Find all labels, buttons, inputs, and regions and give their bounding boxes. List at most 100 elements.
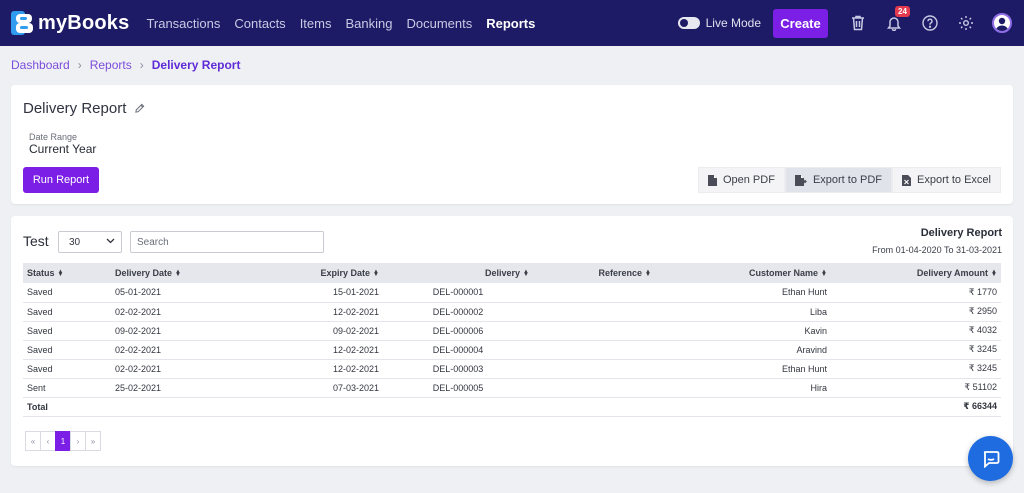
cell-delivery-date: 25-02-2021 (111, 378, 231, 398)
table-row[interactable]: Saved 05-01-2021 15-01-2021 DEL-000001 E… (23, 283, 1001, 303)
export-excel-button[interactable]: Export to Excel (892, 167, 1001, 193)
cell-reference (533, 378, 655, 398)
user-avatar[interactable] (992, 13, 1012, 33)
cell-delivery-amount: ₹ 1770 (831, 283, 1001, 303)
breadcrumb-current: Delivery Report (151, 58, 241, 72)
live-mode-label: Live Mode (705, 16, 761, 30)
cell-expiry-date: 07-03-2021 (231, 378, 383, 398)
cell-delivery: DEL-000003 (383, 359, 533, 379)
column-header-reference[interactable]: Reference ▲ ▼ (533, 263, 655, 283)
sort-icon: ▲ ▼ (373, 268, 379, 278)
notification-badge: 24 (895, 6, 910, 17)
column-header-expiry-date[interactable]: Expiry Date ▲ ▼ (231, 263, 383, 283)
page-next-button[interactable]: › (70, 431, 86, 451)
nav-reports[interactable]: Reports (486, 16, 535, 31)
trash-icon[interactable] (849, 14, 867, 32)
nav-documents[interactable]: Documents (406, 16, 472, 31)
column-header-status[interactable]: Status ▲ ▼ (23, 263, 111, 283)
cell-reference (533, 340, 655, 360)
cell-delivery: DEL-000005 (383, 378, 533, 398)
cell-status: Saved (23, 340, 111, 360)
cell-expiry-date: 12-02-2021 (231, 302, 383, 322)
column-header-delivery-amount[interactable]: Delivery Amount ▲ ▼ (831, 263, 1001, 283)
page-first-button[interactable]: « (25, 431, 41, 451)
brand-name: myBooks (38, 11, 130, 34)
table-row[interactable]: Saved 02-02-2021 12-02-2021 DEL-000003 E… (23, 359, 1001, 379)
sort-icon: ▲ ▼ (821, 268, 827, 278)
nav-transactions[interactable]: Transactions (146, 16, 220, 31)
total-amount: ₹ 66344 (831, 397, 1001, 417)
table-row[interactable]: Sent 25-02-2021 07-03-2021 DEL-000005 Hi… (23, 378, 1001, 398)
cell-delivery: DEL-000006 (383, 321, 533, 341)
column-header-delivery[interactable]: Delivery ▲ ▼ (383, 263, 533, 283)
page-prev-button[interactable]: ‹ (40, 431, 56, 451)
page-current-button[interactable]: 1 (55, 431, 71, 451)
create-button[interactable]: Create (773, 8, 828, 38)
date-range-label: Date Range (29, 132, 78, 142)
cell-status: Saved (23, 302, 111, 322)
nav-banking[interactable]: Banking (345, 16, 392, 31)
table-header-row: Status ▲ ▼ Delivery Date ▲ ▼ Expiry Date ▲ ▼ D… (23, 263, 1001, 283)
sort-icon: ▲ ▼ (175, 268, 181, 278)
nav-items[interactable]: Items (300, 16, 332, 31)
chevron-right-icon: › (139, 58, 144, 72)
report-title-text: Delivery Report (23, 100, 127, 117)
run-report-button[interactable]: Run Report (23, 167, 99, 193)
table-row[interactable]: Saved 09-02-2021 09-02-2021 DEL-000006 K… (23, 321, 1001, 341)
cell-status: Saved (23, 283, 111, 303)
total-label: Total (23, 397, 111, 417)
total-row: Total ₹ 66344 (23, 397, 1001, 417)
column-header-delivery-date[interactable]: Delivery Date ▲ ▼ (111, 263, 231, 283)
export-pdf-label: Export to PDF (812, 174, 883, 186)
table-row[interactable]: Saved 02-02-2021 12-02-2021 DEL-000002 L… (23, 302, 1001, 322)
edit-pencil-icon[interactable] (134, 103, 145, 114)
pagination: « ‹ 1 › » (25, 431, 101, 451)
cell-status: Sent (23, 378, 111, 398)
nav-contacts[interactable]: Contacts (234, 16, 285, 31)
report-title: Delivery Report (23, 100, 145, 117)
brand[interactable]: myBooks (10, 10, 129, 36)
search-input[interactable] (130, 231, 324, 253)
report-table-card: Test 30 Delivery Report From 01-04-2020 … (11, 216, 1013, 466)
page-size-select[interactable]: 30 (58, 231, 122, 253)
export-pdf-button[interactable]: Export to PDF (784, 167, 893, 193)
cell-status: Saved (23, 359, 111, 379)
cell-delivery-date: 02-02-2021 (111, 340, 231, 360)
gear-icon[interactable] (957, 14, 975, 32)
live-mode-toggle[interactable] (677, 17, 700, 29)
sort-icon: ▲ ▼ (57, 268, 64, 278)
column-header-customer-name[interactable]: Customer Name ▲ ▼ (655, 263, 831, 283)
table-caption: Test (23, 233, 49, 249)
cell-customer-name: Aravind (655, 340, 831, 360)
cell-delivery-amount: ₹ 4032 (831, 321, 1001, 341)
cell-delivery-date: 05-01-2021 (111, 283, 231, 303)
open-pdf-label: Open PDF (722, 174, 775, 186)
help-icon[interactable] (921, 14, 939, 32)
cell-reference (533, 359, 655, 379)
cell-expiry-date: 12-02-2021 (231, 359, 383, 379)
export-button-group: Open PDF Export to PDF Export to Excel (697, 167, 1001, 193)
report-heading: Delivery Report From 01-04-2020 To 31-03… (872, 227, 1002, 255)
chevron-down-icon (106, 238, 115, 244)
cell-customer-name: Liba (655, 302, 831, 322)
cell-delivery-amount: ₹ 3245 (831, 340, 1001, 360)
chat-button[interactable] (968, 436, 1013, 481)
bell-icon[interactable]: 24 (885, 6, 910, 32)
chevron-right-icon: › (77, 58, 82, 72)
report-heading-range: From 01-04-2020 To 31-03-2021 (872, 245, 1002, 255)
cell-reference (533, 283, 655, 303)
table-row[interactable]: Saved 02-02-2021 12-02-2021 DEL-000004 A… (23, 340, 1001, 360)
open-pdf-button[interactable]: Open PDF (697, 167, 785, 193)
date-range-value[interactable]: Current Year (29, 142, 96, 156)
export-excel-label: Export to Excel (917, 174, 991, 186)
cell-delivery-date: 02-02-2021 (111, 302, 231, 322)
cell-customer-name: Hira (655, 378, 831, 398)
sort-icon: ▲ ▼ (991, 268, 997, 278)
page-last-button[interactable]: » (85, 431, 101, 451)
chat-bubble-icon (983, 450, 999, 468)
mybooks-logo-icon (11, 11, 33, 35)
breadcrumb-dashboard[interactable]: Dashboard (11, 58, 70, 72)
breadcrumb-reports[interactable]: Reports (90, 58, 132, 72)
cell-reference (533, 302, 655, 322)
cell-customer-name: Ethan Hunt (655, 359, 831, 379)
